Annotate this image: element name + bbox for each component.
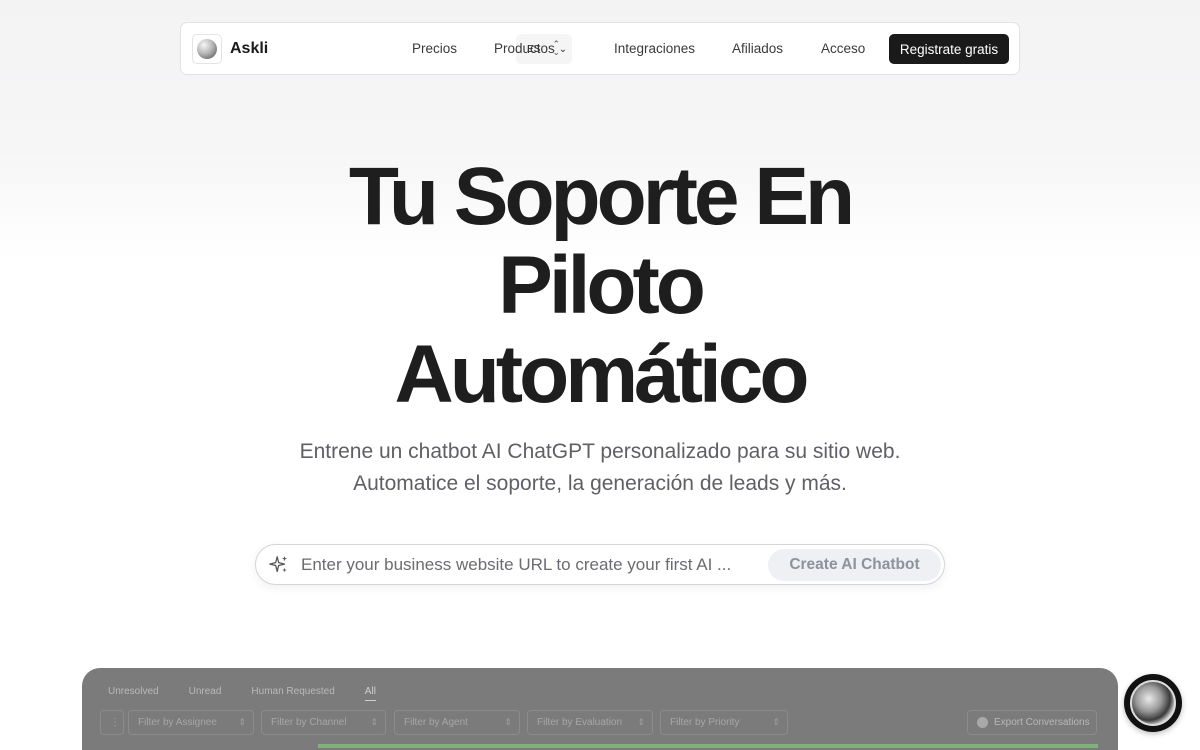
filter-label: Filter by Channel (271, 717, 347, 728)
filter-priority[interactable]: Filter by Priority ⇕ (660, 710, 788, 735)
filter-label: Filter by Assignee (138, 717, 217, 728)
filter-assignee[interactable]: Filter by Assignee ⇕ (128, 710, 254, 735)
more-options-icon[interactable]: ⋮ (100, 710, 124, 735)
filter-agent[interactable]: Filter by Agent ⇕ (394, 710, 520, 735)
chevron-updown-icon: ⇕ (772, 717, 780, 727)
nav-link-affiliates[interactable]: Afiliados (732, 41, 783, 56)
url-form: Create AI Chatbot (255, 544, 945, 585)
chevron-updown-icon: ⇕ (637, 717, 645, 727)
filter-channel[interactable]: Filter by Channel ⇕ (261, 710, 386, 735)
tab-unread[interactable]: Unread (189, 686, 222, 701)
tab-human-requested[interactable]: Human Requested (251, 686, 334, 701)
export-label: Export Conversations (994, 717, 1090, 728)
preview-tabs: Unresolved Unread Human Requested All (108, 686, 406, 701)
filter-label: Filter by Priority (670, 717, 740, 728)
nav-link-login[interactable]: Acceso (821, 41, 865, 56)
tab-unresolved[interactable]: Unresolved (108, 686, 159, 701)
brand-name: Askli (230, 40, 269, 57)
nav-link-products[interactable]: Productos ⌄ (494, 41, 567, 56)
sparkle-icon (269, 555, 288, 573)
chevron-updown-icon: ⇕ (370, 717, 378, 727)
chat-widget-button[interactable] (1124, 674, 1182, 732)
hero-title-line: Piloto (498, 240, 706, 331)
tab-all[interactable]: All (364, 686, 376, 701)
filter-label: Filter by Evaluation (537, 717, 623, 728)
hero-title: Tu Soporte En Piloto Automático (0, 152, 1200, 419)
hero-subtitle: Entrene un chatbot AI ChatGPT personaliz… (299, 440, 901, 495)
chevron-updown-icon: ⇕ (238, 717, 246, 727)
website-url-input[interactable] (301, 553, 761, 577)
export-conversations-button[interactable]: Export Conversations (967, 710, 1097, 735)
signup-button[interactable]: Registrate gratis (889, 34, 1009, 64)
nav-link-products-label: Productos (494, 41, 555, 56)
dashboard-preview: Unresolved Unread Human Requested All ⋮ … (82, 668, 1118, 750)
chat-avatar-icon (1130, 680, 1176, 726)
chevron-updown-icon: ⇕ (504, 717, 512, 727)
chevron-down-icon: ⌄ (558, 44, 568, 55)
hero-title-line: Automático (394, 329, 810, 420)
nav-link-pricing[interactable]: Precios (412, 41, 457, 56)
filter-label: Filter by Agent (404, 717, 468, 728)
brand-logo[interactable]: Askli (192, 34, 268, 64)
hero-title-line: Tu Soporte En (348, 151, 855, 242)
conversation-row-highlight (318, 744, 1098, 748)
top-navbar: Askli ES ⌃ ⌄ Precios Productos ⌄ Integraci… (180, 22, 1020, 75)
download-icon (977, 717, 988, 728)
logo-icon (192, 34, 222, 64)
nav-link-integrations[interactable]: Integraciones (614, 41, 695, 56)
create-chatbot-button[interactable]: Create AI Chatbot (768, 549, 941, 581)
filter-evaluation[interactable]: Filter by Evaluation ⇕ (527, 710, 653, 735)
